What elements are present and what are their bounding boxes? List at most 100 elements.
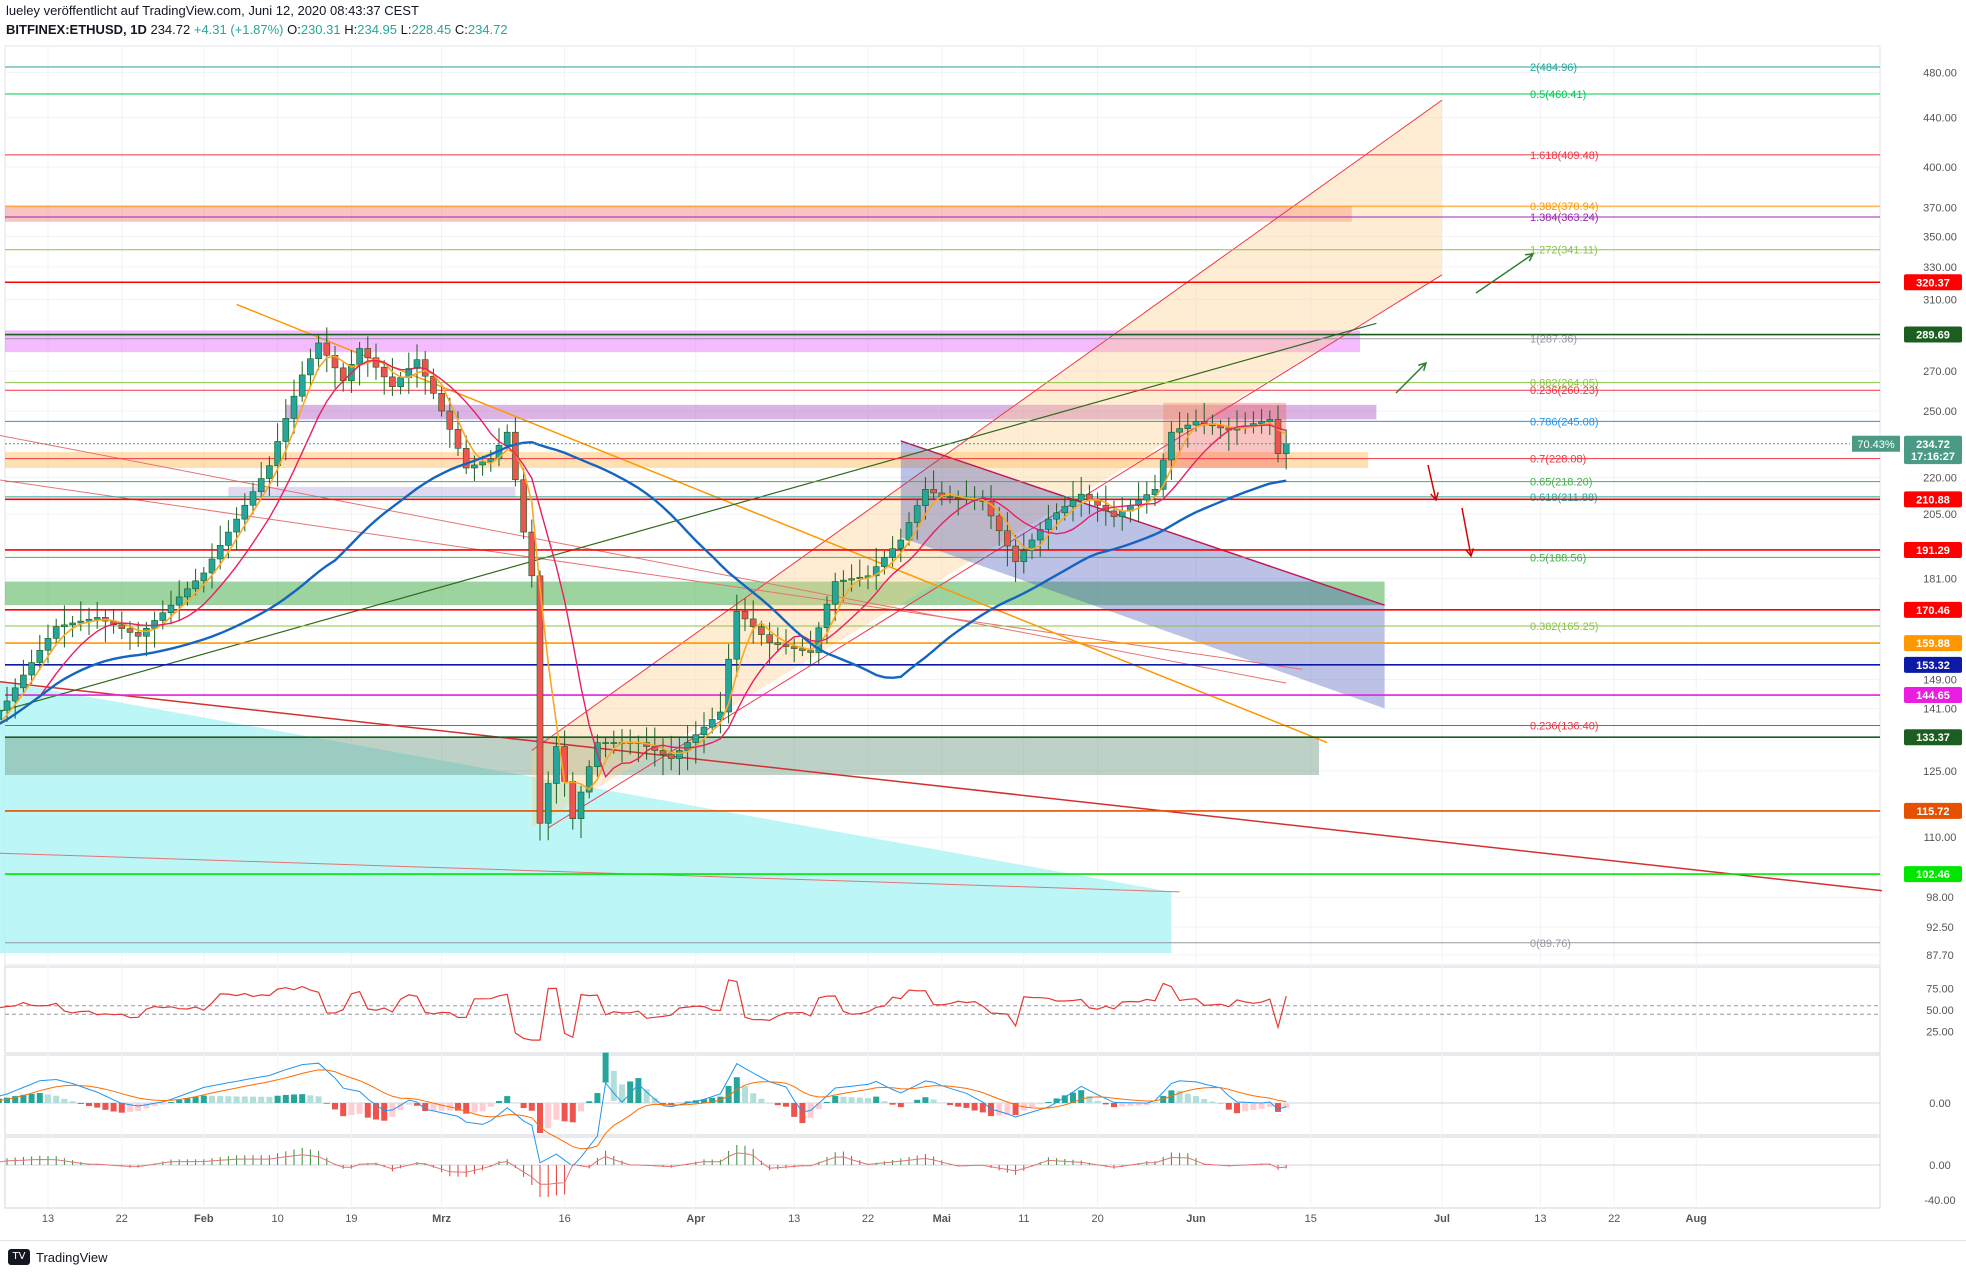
candle-body <box>29 663 35 676</box>
macd-histogram-bar <box>324 1103 330 1104</box>
price-tick-label: 125.00 <box>1923 766 1957 778</box>
rsi-tick-label: 25.00 <box>1926 1027 1954 1039</box>
macd-histogram-bar <box>193 1097 199 1103</box>
candle-body <box>545 783 551 823</box>
macd-histogram-bar <box>266 1097 272 1103</box>
time-tick-label: 15 <box>1305 1213 1317 1225</box>
candle-body <box>12 688 18 701</box>
macd-histogram-bar <box>668 1103 674 1105</box>
candle-body <box>480 462 486 465</box>
candle-body <box>832 582 838 605</box>
level-label: 0.786(245.08) <box>1530 416 1599 428</box>
macd-histogram-bar <box>996 1103 1002 1115</box>
close-label: C: <box>455 22 468 37</box>
macd-histogram-bar <box>348 1103 354 1115</box>
price-tick-label: 87.70 <box>1926 950 1954 962</box>
candle-body <box>1283 444 1289 454</box>
time-tick-label: Jul <box>1434 1213 1450 1225</box>
price-tick-label: 92.50 <box>1926 922 1954 934</box>
candle-body <box>1119 511 1125 517</box>
macd-histogram-bar <box>94 1103 100 1108</box>
macd-histogram-bar <box>217 1096 223 1103</box>
macd-histogram-bar <box>119 1103 125 1113</box>
price-tick-label: 181.00 <box>1923 574 1957 586</box>
candle-body <box>324 343 330 355</box>
candle-body <box>529 532 535 576</box>
candle-body <box>357 348 363 364</box>
macd-histogram-bar <box>972 1103 978 1111</box>
candle-body <box>676 750 682 758</box>
candle-body <box>996 516 1002 531</box>
macd-histogram-bar <box>332 1103 338 1109</box>
price-tick-label: 205.00 <box>1923 509 1957 521</box>
price-tick-label: 350.00 <box>1923 231 1957 243</box>
price-badge-text: 115.72 <box>1916 806 1949 818</box>
macd-histogram-bar <box>234 1096 240 1103</box>
candle-body <box>184 589 190 597</box>
macd-histogram-bar <box>1242 1103 1248 1111</box>
symbol-name[interactable]: BITFINEX:ETHUSD, 1D <box>6 22 147 37</box>
candle-body <box>250 492 256 506</box>
macd-histogram-bar <box>365 1103 371 1118</box>
level-label: 0.382(165.25) <box>1530 621 1599 633</box>
macd-histogram-bar <box>635 1078 641 1103</box>
macd-histogram-bar <box>1029 1103 1035 1107</box>
candle-body <box>750 619 756 627</box>
candle-body <box>398 378 404 387</box>
candle-body <box>840 580 846 581</box>
macd-histogram-bar <box>250 1097 256 1103</box>
macd-histogram-bar <box>201 1096 207 1103</box>
macd-histogram-bar <box>570 1103 576 1122</box>
macd-histogram-bar <box>61 1099 67 1103</box>
candle-body <box>1193 421 1199 425</box>
macd-histogram-bar <box>102 1103 108 1110</box>
low-label: L: <box>401 22 412 37</box>
rsi-tick-label: 50.00 <box>1926 1005 1954 1017</box>
macd-histogram-bar <box>357 1103 363 1114</box>
macd-histogram-bar <box>1095 1101 1101 1103</box>
rsi-pane <box>5 967 1880 1053</box>
time-tick-label: Feb <box>194 1213 214 1225</box>
macd-histogram-bar <box>832 1096 838 1103</box>
macd-histogram-bar <box>168 1102 174 1103</box>
chart-canvas[interactable]: 2(484.96)0.5(460.41)1.618(409.48)0.382(3… <box>0 0 1966 1272</box>
time-tick-label: 10 <box>271 1213 283 1225</box>
candle-body <box>1045 519 1051 529</box>
price-tick-label: 400.00 <box>1923 162 1957 174</box>
time-tick-label: 16 <box>558 1213 570 1225</box>
level-label: 2(484.96) <box>1530 62 1577 74</box>
candle-body <box>849 579 855 580</box>
time-tick-label: Apr <box>686 1213 706 1225</box>
candle-body <box>824 604 830 628</box>
level-label: 0.7(228.08) <box>1530 454 1586 466</box>
candle-body <box>258 479 264 492</box>
time-tick-label: Mrz <box>432 1213 451 1225</box>
macd-histogram-bar <box>914 1100 920 1103</box>
macd-histogram-bar <box>225 1096 231 1103</box>
macd-histogram-bar <box>1119 1103 1125 1106</box>
price-tick-label: 98.00 <box>1926 892 1954 904</box>
candle-body <box>70 623 76 625</box>
macd-histogram-bar <box>824 1102 830 1103</box>
macd-histogram-bar <box>545 1103 551 1128</box>
candle-body <box>201 573 207 581</box>
macd-histogram-bar <box>611 1071 617 1101</box>
candle-body <box>1086 494 1092 500</box>
candle-body <box>1062 506 1068 512</box>
level-label: 1.272(341.11) <box>1530 245 1598 257</box>
price-badge-text: 289.69 <box>1916 330 1950 342</box>
macd-histogram-bar <box>578 1103 584 1111</box>
level-label: 0(89.76) <box>1530 938 1571 950</box>
candle-body <box>1177 429 1183 433</box>
candle-body <box>168 605 174 613</box>
macd-histogram-bar <box>316 1096 322 1103</box>
macd-histogram-bar <box>160 1103 166 1104</box>
price-badge-text: 133.37 <box>1916 732 1950 744</box>
macd-histogram-bar <box>931 1099 937 1103</box>
candle-body <box>1004 531 1010 546</box>
macd-histogram-bar <box>898 1103 904 1107</box>
tradingview-logo-text: TradingView <box>36 1250 108 1265</box>
candle-body <box>307 359 313 375</box>
tradingview-logo[interactable]: TV TradingView <box>8 1249 108 1265</box>
candle-body <box>775 643 781 645</box>
